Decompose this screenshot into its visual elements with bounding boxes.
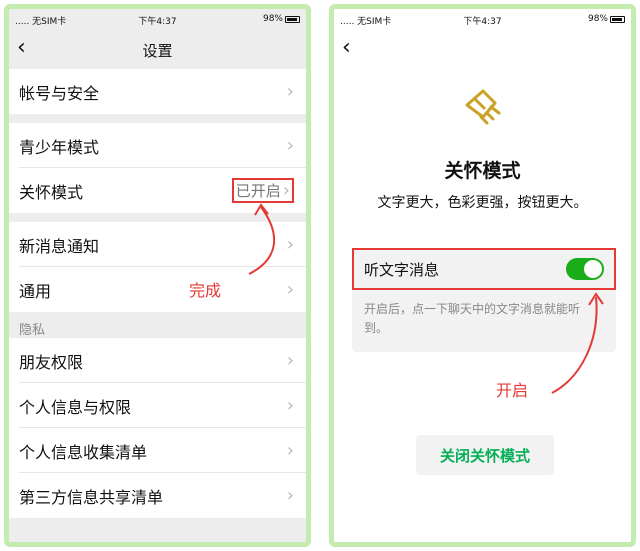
close-care-mode-button[interactable]: 关闭关怀模式 [416,435,554,475]
annotation-arrow [248,203,276,275]
care-mode-screen: ..... 无SIM卡 下午4:37 98% ‹ 关怀模式 文字更大，色彩更强，… [329,4,636,547]
settings-screen: ..... 无SIM卡 下午4:37 98% ‹ 设置 帐号与安全 › 青少年模… [4,4,311,547]
